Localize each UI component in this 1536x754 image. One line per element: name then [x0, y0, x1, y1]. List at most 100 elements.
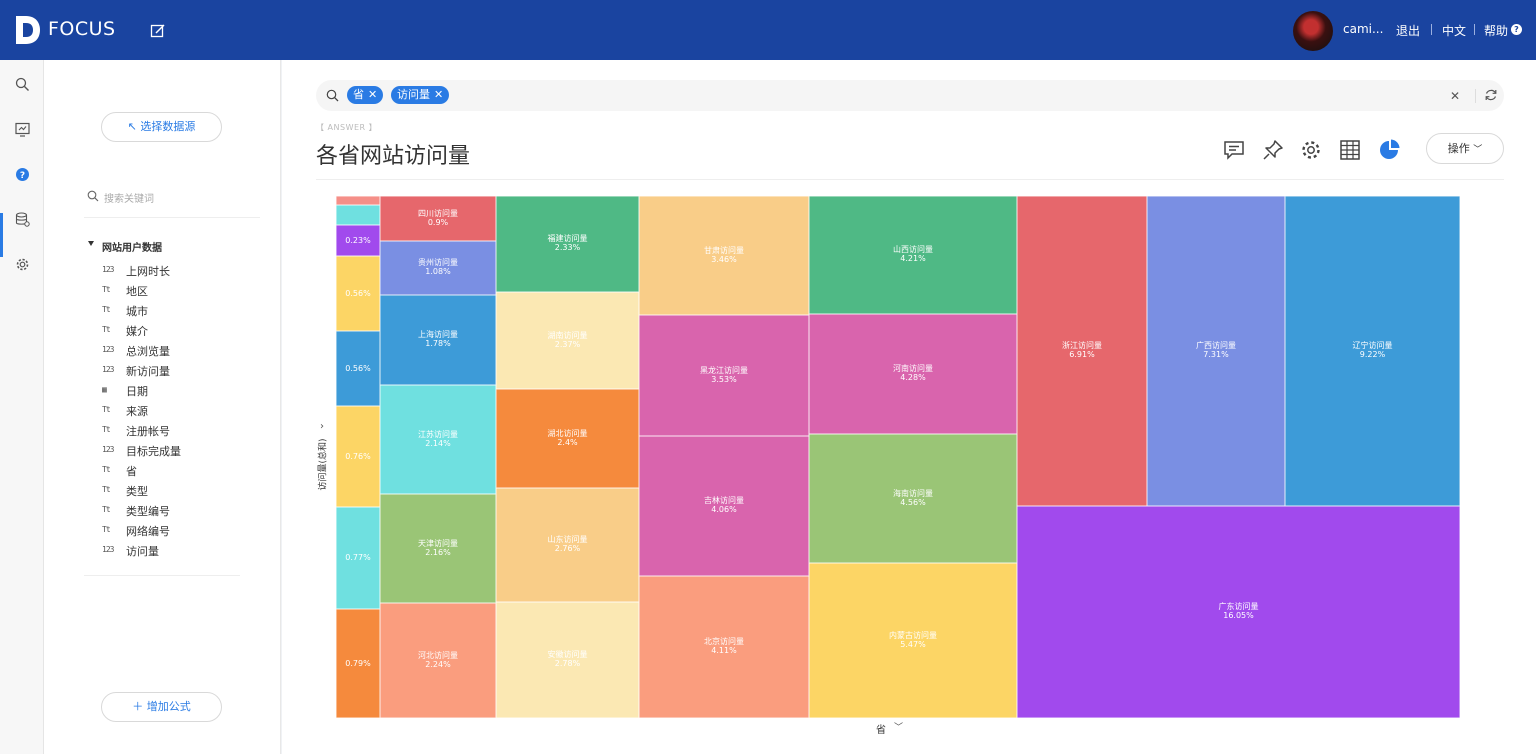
table-icon[interactable]	[1339, 139, 1361, 161]
field-label: 目标完成量	[126, 445, 181, 458]
select-datasource-button[interactable]: ↖ 选择数据源	[101, 112, 222, 142]
operations-button[interactable]: 操作 ﹀	[1426, 133, 1504, 164]
treemap-tile[interactable]: 贵州访问量 1.08%	[380, 241, 496, 295]
treemap-tile[interactable]: 辽宁访问量 9.22%	[1285, 196, 1460, 506]
field-item[interactable]: Tt 来源	[102, 403, 242, 419]
divider	[1475, 89, 1476, 103]
field-item[interactable]: Tt 注册帐号	[102, 423, 242, 439]
treemap-tile[interactable]: 广东访问量 16.05%	[1017, 506, 1460, 718]
field-label: 地区	[126, 285, 148, 298]
tile-value-label: 4.56%	[900, 497, 926, 507]
treemap-tile[interactable]: 山东访问量 2.76%	[496, 488, 639, 602]
caret-down-icon[interactable]	[88, 241, 94, 246]
treemap-tile[interactable]: 内蒙古访问量 5.47%	[809, 563, 1017, 718]
treemap-tile[interactable]: 河南访问量 4.28%	[809, 314, 1017, 434]
treemap-tile[interactable]: 广西访问量 7.31%	[1147, 196, 1285, 506]
add-formula-button[interactable]: ＋ 增加公式	[101, 692, 222, 722]
treemap-tile[interactable]: 天津访问量 2.16%	[380, 494, 496, 603]
field-item[interactable]: 123 总浏览量	[102, 343, 242, 359]
tile-value-label: 1.78%	[425, 339, 451, 348]
treemap-tile[interactable]: 湖南访问量 2.37%	[496, 292, 639, 389]
search-icon	[87, 190, 99, 202]
search-token[interactable]: 省 ✕	[347, 86, 384, 104]
field-item[interactable]: Tt 城市	[102, 303, 242, 319]
close-icon[interactable]: ✕	[434, 88, 443, 101]
field-item[interactable]: Tt 地区	[102, 283, 242, 299]
tile-name: 山西访问量	[893, 245, 933, 254]
field-label: 访问量	[126, 545, 159, 558]
icon-rail: ?	[0, 60, 44, 754]
treemap-tile[interactable]: 湖北访问量 2.4%	[496, 389, 639, 488]
treemap-tile[interactable]: 四川访问量 0.9%	[380, 196, 496, 241]
treemap-tile[interactable]: 浙江访问量 6.91%	[1017, 196, 1147, 506]
treemap-tile[interactable]: 0.56%	[336, 256, 380, 331]
field-item[interactable]: Tt 媒介	[102, 323, 242, 339]
search-bar[interactable]: 省 ✕ 访问量 ✕ ✕	[316, 80, 1504, 111]
tile-value-label: 2.33%	[554, 243, 581, 252]
treemap-tile[interactable]: 江苏访问量 2.14%	[380, 385, 496, 494]
treemap-tile[interactable]: 吉林访问量 4.06%	[639, 436, 809, 576]
field-label: 日期	[126, 385, 148, 398]
edit-icon[interactable]	[150, 23, 166, 39]
treemap-tile[interactable]: 甘肃访问量 3.46%	[639, 196, 809, 315]
focus-logo-icon[interactable]	[14, 14, 42, 46]
field-item[interactable]: Tt 网络编号	[102, 523, 242, 539]
x-axis-label[interactable]: 省	[876, 721, 886, 736]
treemap-tile[interactable]: 黑龙江访问量 3.53%	[639, 315, 809, 436]
treemap-tile[interactable]	[336, 205, 380, 225]
board-icon	[15, 122, 30, 137]
rail-question[interactable]: ?	[0, 152, 44, 196]
close-icon[interactable]: ✕	[368, 88, 377, 101]
field-item[interactable]: Tt 省	[102, 463, 242, 479]
field-item[interactable]: Tt 类型	[102, 483, 242, 499]
field-item[interactable]: 123 上网时长	[102, 263, 242, 279]
language-link[interactable]: 中文	[1442, 22, 1466, 39]
rail-search[interactable]	[0, 62, 44, 106]
refresh-icon[interactable]	[1484, 88, 1498, 102]
clear-icon[interactable]: ✕	[1450, 89, 1460, 103]
dataset-title[interactable]: 网站用户数据	[102, 239, 162, 254]
treemap-tile[interactable]: 安徽访问量 2.78%	[496, 602, 639, 718]
text-field-icon: Tt	[102, 325, 111, 334]
rail-board[interactable]	[0, 107, 44, 151]
comment-icon[interactable]	[1223, 139, 1245, 161]
field-item[interactable]: 123 访问量	[102, 543, 242, 559]
search-token[interactable]: 访问量 ✕	[391, 86, 450, 104]
rail-data[interactable]	[0, 197, 44, 241]
treemap-tile[interactable]: 0.56%	[336, 331, 380, 406]
avatar[interactable]	[1293, 11, 1333, 51]
treemap-tile[interactable]: 0.79%	[336, 609, 380, 718]
chevron-down-icon[interactable]: ﹀	[894, 720, 903, 733]
pin-icon[interactable]	[1262, 139, 1284, 161]
keyword-search[interactable]: 搜索关键词	[84, 188, 260, 216]
treemap-tile[interactable]: 0.77%	[336, 507, 380, 609]
gear-icon[interactable]	[1300, 139, 1322, 161]
treemap-tile[interactable]	[336, 196, 380, 205]
logout-link[interactable]: 退出	[1396, 22, 1420, 39]
tile-value-label: 0.23%	[345, 235, 371, 245]
treemap-tile[interactable]: 0.76%	[336, 406, 380, 507]
treemap-tile[interactable]: 河北访问量 2.24%	[380, 603, 496, 718]
treemap-tile[interactable]: 上海访问量 1.78%	[380, 295, 496, 385]
divider	[316, 179, 1504, 180]
tile-name: 河南访问量	[893, 364, 933, 373]
treemap-tile[interactable]: 福建访问量 2.33%	[496, 196, 639, 292]
chevron-right-icon[interactable]: ›	[320, 421, 324, 432]
field-item[interactable]: 123 新访问量	[102, 363, 242, 379]
pie-chart-icon[interactable]	[1378, 139, 1400, 161]
field-item[interactable]: ▦ 日期	[102, 383, 242, 399]
help-link[interactable]: 帮助	[1484, 22, 1508, 39]
divider	[1431, 24, 1432, 35]
tile-name: 贵州访问量	[418, 258, 458, 267]
tile-name: 辽宁访问量	[1352, 341, 1393, 350]
rail-settings[interactable]	[0, 242, 44, 286]
field-item[interactable]: 123 目标完成量	[102, 443, 242, 459]
field-item[interactable]: Tt 类型编号	[102, 503, 242, 519]
help-icon[interactable]: ?	[1511, 24, 1522, 35]
treemap-tile[interactable]: 海南访问量 4.56%	[809, 434, 1017, 563]
treemap-tile[interactable]: 0.23%	[336, 225, 380, 256]
username[interactable]: cami...	[1343, 22, 1383, 36]
y-axis-label[interactable]: 访问量(总和)	[316, 436, 330, 496]
treemap-tile[interactable]: 北京访问量 4.11%	[639, 576, 809, 718]
treemap-tile[interactable]: 山西访问量 4.21%	[809, 196, 1017, 314]
